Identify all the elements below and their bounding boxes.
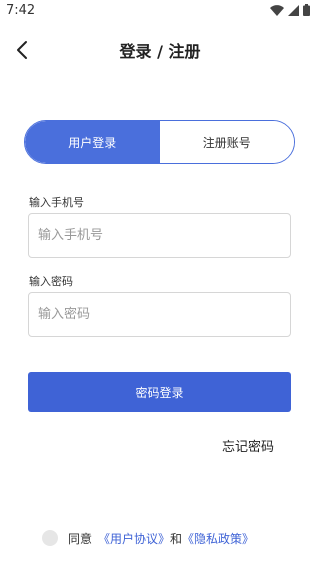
- agree-checkbox[interactable]: [42, 530, 58, 546]
- phone-label: 输入手机号: [29, 196, 84, 209]
- status-bar: 7:42: [0, 0, 320, 20]
- nav-bar: 登录 / 注册: [0, 32, 320, 72]
- password-input[interactable]: [28, 292, 291, 337]
- back-button[interactable]: [8, 38, 36, 66]
- privacy-policy-link[interactable]: 《隐私政策》: [182, 530, 254, 547]
- user-agreement-link[interactable]: 《用户协议》: [98, 530, 170, 547]
- agree-prefix: 同意: [68, 531, 93, 546]
- page-title: 登录 / 注册: [119, 42, 201, 61]
- tab-user-login[interactable]: 用户登录: [25, 121, 160, 163]
- password-label: 输入密码: [29, 275, 73, 288]
- status-icons: [270, 4, 310, 16]
- status-time: 7:42: [6, 2, 36, 18]
- tab-register[interactable]: 注册账号: [159, 121, 294, 163]
- login-register-tabs: 用户登录 注册账号: [24, 120, 295, 164]
- wifi-icon: [270, 4, 284, 16]
- forgot-password-link[interactable]: 忘记密码: [218, 436, 278, 455]
- password-login-button[interactable]: 密码登录: [28, 372, 291, 412]
- phone-input[interactable]: [28, 213, 291, 258]
- agree-and-text: 和: [170, 531, 183, 546]
- back-arrow-icon: [16, 40, 28, 64]
- agreement-row: 同意 《用户协议》 和 《隐私政策》: [42, 528, 254, 548]
- battery-icon: [303, 4, 310, 16]
- signal-icon: [288, 4, 299, 16]
